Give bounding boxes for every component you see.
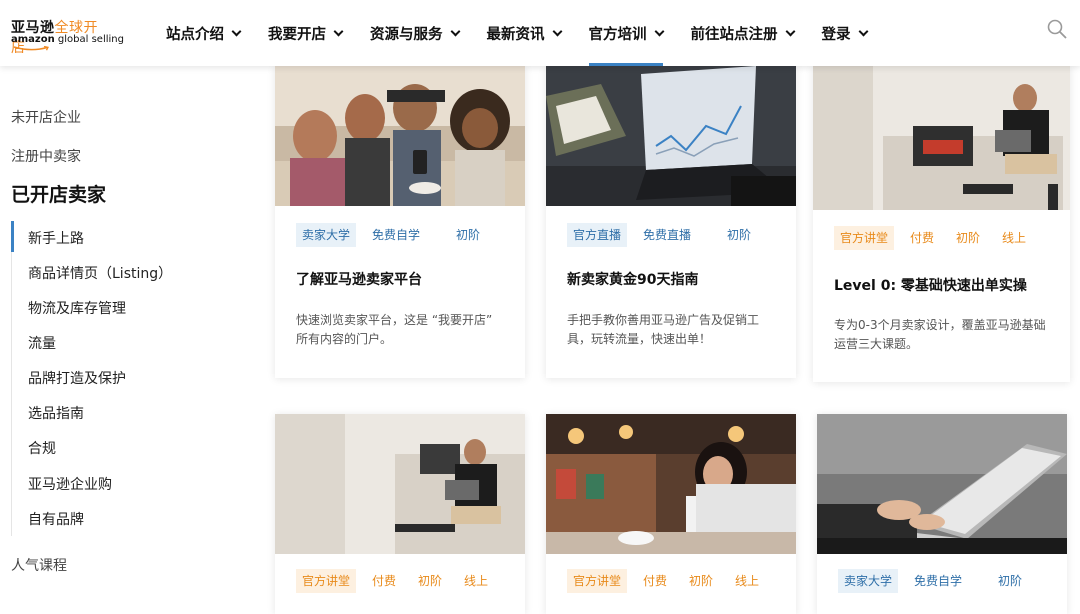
course-image bbox=[813, 66, 1070, 210]
course-tags: 官方讲堂 付费 初阶 线上 bbox=[834, 226, 1042, 250]
nav-site-intro[interactable]: 站点介绍 bbox=[166, 0, 242, 66]
course-card[interactable]: 官方讲堂 付费 初阶 线上 Level 0: 零基础快速出单实操 专为0-3个月… bbox=[813, 66, 1070, 382]
sidebar-item-unopened-business[interactable]: 未开店企业 bbox=[11, 107, 81, 127]
tag-seller-university[interactable]: 卖家大学 bbox=[296, 223, 357, 247]
tag-paid[interactable]: 付费 bbox=[637, 569, 673, 593]
course-title[interactable]: 了解亚马逊卖家平台 bbox=[296, 269, 422, 289]
sidebar-item-popular-courses[interactable]: 人气课程 bbox=[11, 555, 67, 575]
tag-beginner[interactable]: 初阶 bbox=[950, 226, 986, 250]
sidebar-active-indicator bbox=[11, 221, 14, 252]
tag-official-lecture[interactable]: 官方讲堂 bbox=[296, 569, 357, 593]
course-image bbox=[275, 66, 525, 206]
nav-open-store[interactable]: 我要开店 bbox=[268, 0, 344, 66]
tag-seller-university[interactable]: 卖家大学 bbox=[838, 569, 899, 593]
course-tags: 卖家大学 免费自学 初阶 bbox=[838, 569, 1038, 593]
course-image bbox=[546, 414, 796, 554]
tag-paid[interactable]: 付费 bbox=[904, 226, 940, 250]
sidebar-item-private-brand[interactable]: 自有品牌 bbox=[28, 509, 84, 529]
chevron-down-icon bbox=[654, 26, 664, 36]
sidebar-item-logistics[interactable]: 物流及库存管理 bbox=[28, 298, 126, 318]
tag-official-live[interactable]: 官方直播 bbox=[567, 223, 628, 247]
course-card[interactable]: 官方讲堂 付费 初阶 线上 bbox=[546, 414, 796, 614]
amazon-global-selling-logo[interactable]: 亚马逊全球开店 amazon global selling bbox=[11, 17, 124, 56]
sidebar-item-compliance[interactable]: 合规 bbox=[28, 438, 56, 458]
course-tags: 官方讲堂 付费 初阶 线上 bbox=[567, 569, 775, 593]
sidebar-item-business[interactable]: 亚马逊企业购 bbox=[28, 474, 112, 494]
search-icon[interactable] bbox=[1047, 19, 1067, 39]
tag-beginner[interactable]: 初阶 bbox=[412, 569, 448, 593]
course-image bbox=[817, 414, 1067, 554]
tag-online[interactable]: 线上 bbox=[729, 569, 765, 593]
course-description: 快速浏览卖家平台，这是 “我要开店” 所有内容的门户。 bbox=[296, 313, 493, 346]
sidebar-item-beginner[interactable]: 新手上路 bbox=[28, 228, 84, 248]
tag-paid[interactable]: 付费 bbox=[366, 569, 402, 593]
logo-en-bold: amazon bbox=[11, 34, 55, 45]
tag-free-self-study[interactable]: 免费自学 bbox=[908, 569, 968, 593]
sidebar-item-listing[interactable]: 商品详情页（Listing） bbox=[28, 263, 172, 283]
course-description: 手把手教你善用亚马逊广告及促销工具，玩转流量，快速出单！ bbox=[567, 313, 760, 346]
chevron-down-icon bbox=[858, 26, 868, 36]
chevron-down-icon bbox=[552, 26, 562, 36]
tag-beginner[interactable]: 初阶 bbox=[683, 569, 719, 593]
course-card[interactable]: 卖家大学 免费自学 初阶 了解亚马逊卖家平台 快速浏览卖家平台，这是 “我要开店… bbox=[275, 66, 525, 378]
nav-login[interactable]: 登录 bbox=[822, 0, 868, 66]
amazon-smile-icon bbox=[13, 46, 49, 51]
course-image bbox=[546, 66, 796, 206]
nav-resources-services[interactable]: 资源与服务 bbox=[370, 0, 460, 66]
chevron-down-icon bbox=[450, 26, 460, 36]
course-description: 专为0-3个月卖家设计，覆盖亚马逊基础运营三大课题。 bbox=[834, 318, 1046, 351]
nav-site-registration[interactable]: 前往站点注册 bbox=[691, 0, 795, 66]
tag-official-lecture[interactable]: 官方讲堂 bbox=[567, 569, 628, 593]
course-tags: 官方直播 免费直播 初阶 bbox=[567, 223, 767, 247]
sidebar-item-brand[interactable]: 品牌打造及保护 bbox=[28, 368, 126, 388]
tag-free-self-study[interactable]: 免费自学 bbox=[366, 223, 426, 247]
main-nav: 站点介绍 我要开店 资源与服务 最新资讯 官方培训 前往站点注册 登录 bbox=[166, 0, 895, 66]
tag-online[interactable]: 线上 bbox=[458, 569, 494, 593]
sidebar-heading-opened-seller[interactable]: 已开店卖家 bbox=[11, 180, 106, 207]
sidebar-divider bbox=[11, 252, 12, 536]
course-tags: 官方讲堂 付费 初阶 线上 bbox=[296, 569, 504, 593]
tag-beginner[interactable]: 初阶 bbox=[450, 223, 486, 247]
sidebar-item-registering-seller[interactable]: 注册中卖家 bbox=[11, 146, 81, 166]
logo-en-rest: global selling bbox=[54, 34, 124, 45]
nav-official-training[interactable]: 官方培训 bbox=[588, 0, 664, 66]
tag-free-live[interactable]: 免费直播 bbox=[637, 223, 697, 247]
course-image bbox=[275, 414, 525, 554]
tag-online[interactable]: 线上 bbox=[996, 226, 1032, 250]
course-card[interactable]: 官方直播 免费直播 初阶 新卖家黄金90天指南 手把手教你善用亚马逊广告及促销工… bbox=[546, 66, 796, 378]
sidebar-item-product-selection[interactable]: 选品指南 bbox=[28, 403, 84, 423]
course-title[interactable]: 新卖家黄金90天指南 bbox=[567, 269, 698, 289]
sidebar-item-traffic[interactable]: 流量 bbox=[28, 333, 56, 353]
course-card[interactable]: 官方讲堂 付费 初阶 线上 bbox=[275, 414, 525, 614]
chevron-down-icon bbox=[231, 26, 242, 36]
chevron-down-icon bbox=[333, 26, 344, 36]
top-header: 亚马逊全球开店 amazon global selling 站点介绍 我要开店 … bbox=[0, 0, 1080, 66]
course-tags: 卖家大学 免费自学 初阶 bbox=[296, 223, 496, 247]
tag-beginner[interactable]: 初阶 bbox=[992, 569, 1028, 593]
category-sidebar: 未开店企业 注册中卖家 已开店卖家 新手上路 商品详情页（Listing） 物流… bbox=[0, 66, 240, 607]
course-title[interactable]: Level 0: 零基础快速出单实操 bbox=[834, 275, 1027, 295]
course-card[interactable]: 卖家大学 免费自学 初阶 bbox=[817, 414, 1067, 614]
tag-official-lecture[interactable]: 官方讲堂 bbox=[834, 226, 895, 250]
nav-latest-news[interactable]: 最新资讯 bbox=[487, 0, 562, 66]
tag-beginner[interactable]: 初阶 bbox=[721, 223, 757, 247]
chevron-down-icon bbox=[785, 26, 795, 36]
